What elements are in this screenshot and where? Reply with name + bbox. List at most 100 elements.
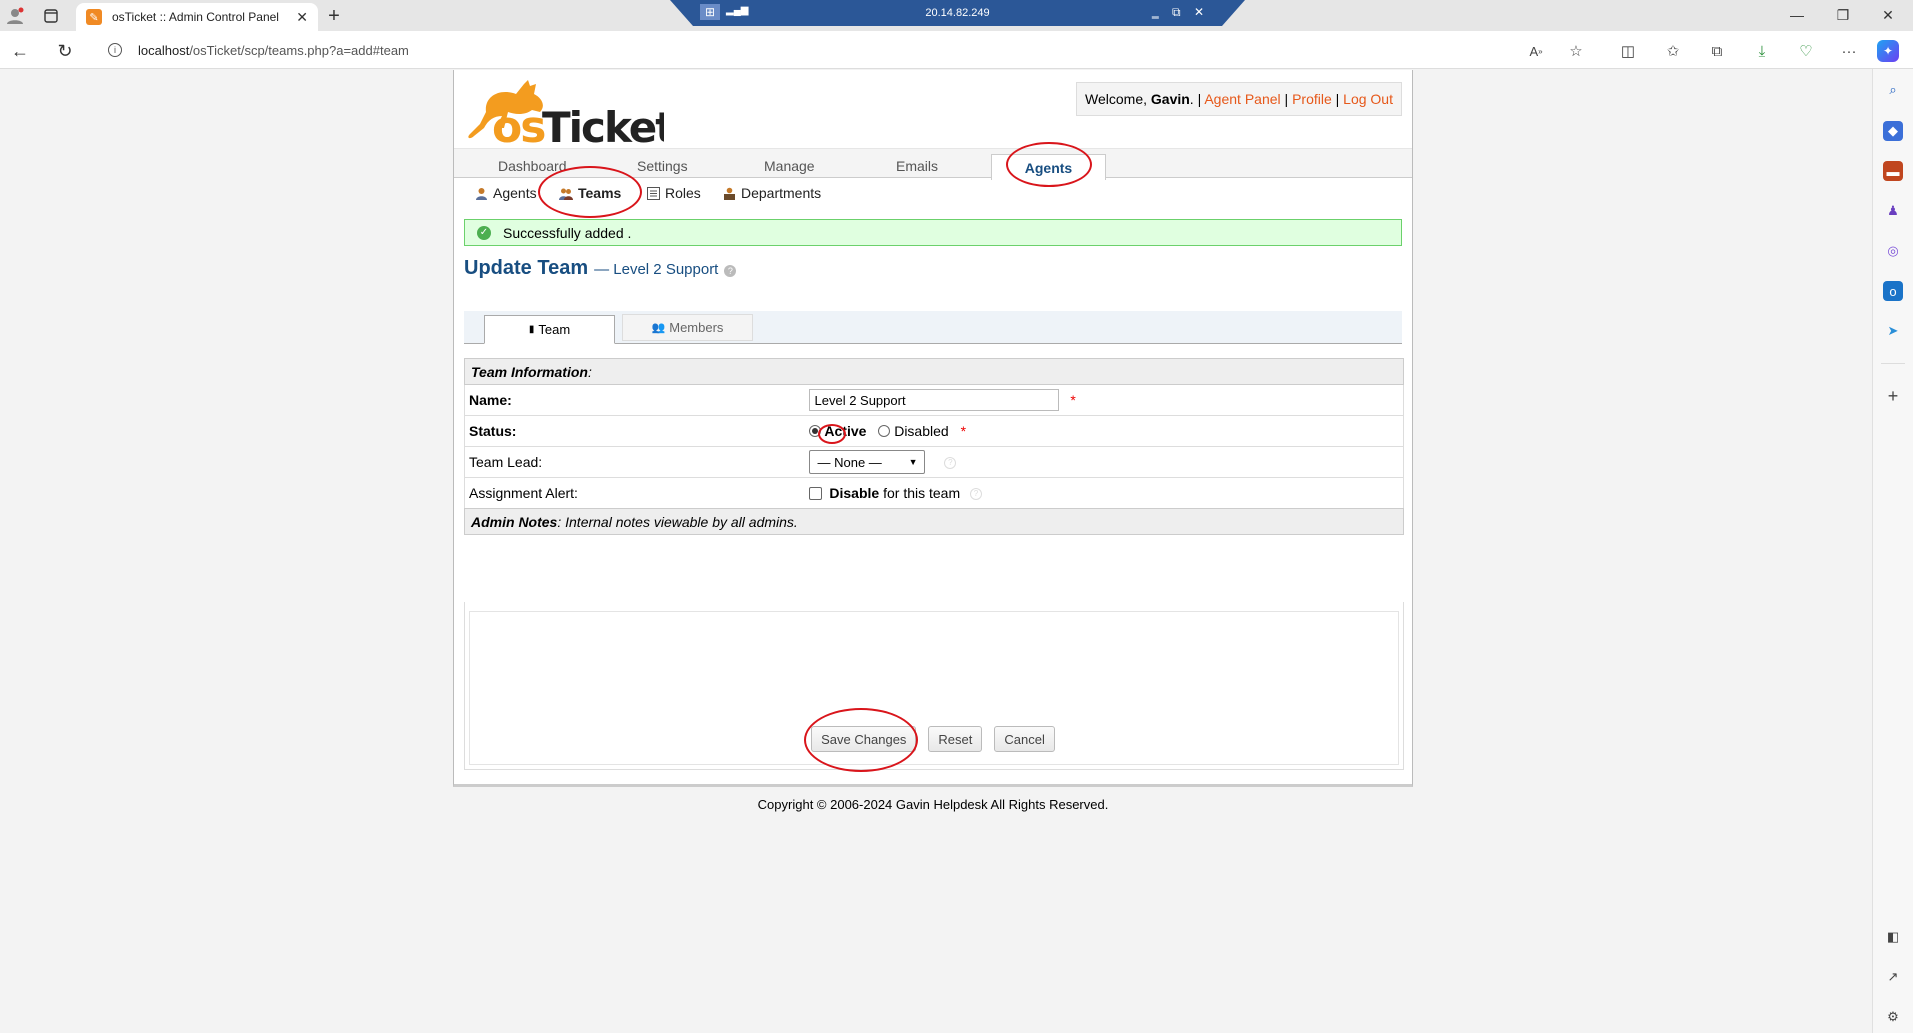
site-info-icon[interactable]: i [108, 43, 122, 57]
team-icon [559, 186, 573, 200]
document-icon: ▮ [528, 324, 535, 335]
agent-panel-link[interactable]: Agent Panel [1204, 91, 1280, 107]
status-disabled-label: Disabled [894, 423, 949, 439]
name-input[interactable] [808, 389, 1059, 411]
disable-alert-checkbox[interactable] [808, 487, 822, 500]
favorite-star-icon[interactable]: ☆ [1565, 40, 1587, 62]
department-icon [722, 186, 736, 200]
split-screen-icon[interactable]: ◫ [1617, 40, 1639, 62]
osticket-logo[interactable]: os Ticket [464, 76, 677, 153]
subnav-agents-label: Agents [493, 185, 537, 201]
downloads-icon[interactable]: ⤓ [1751, 40, 1773, 62]
subnav-teams-label: Teams [578, 185, 622, 201]
status-row: Status: Active Disabled * [464, 415, 1404, 447]
sidebar-settings-icon[interactable]: ⚙ [1883, 1007, 1903, 1027]
subnav-departments-label: Departments [741, 185, 822, 201]
tab-members-label: Members [669, 320, 724, 335]
refresh-icon[interactable]: ↻ [53, 39, 77, 63]
log-out-link[interactable]: Log Out [1343, 91, 1393, 107]
success-text: Successfully added . [503, 224, 632, 241]
required-asterisk: * [960, 423, 967, 439]
tab-title: osTicket :: Admin Control Panel [112, 10, 279, 24]
microsoft365-icon[interactable]: ◎ [1883, 241, 1903, 261]
rdp-restore-icon[interactable]: ⧉ [1172, 5, 1181, 20]
tab-actions-icon[interactable] [40, 5, 62, 27]
profile-icon[interactable] [4, 5, 26, 27]
tools-icon[interactable]: ▬ [1883, 161, 1903, 181]
nav-tab-manage[interactable]: Manage [764, 158, 815, 174]
nav-tab-dashboard[interactable]: Dashboard [498, 158, 567, 174]
tab-team[interactable]: ▮ Team [484, 315, 615, 344]
form-tabs: ▮ Team 👥 Members [464, 311, 1402, 344]
browser-essentials-icon[interactable]: ♡ [1795, 40, 1817, 62]
admin-notes-header: Admin Notes: Internal notes viewable by … [464, 508, 1404, 535]
status-active-radio[interactable] [808, 425, 821, 437]
open-external-icon[interactable]: ↗ [1883, 967, 1903, 987]
nav-tab-settings[interactable]: Settings [637, 158, 688, 174]
footer-copyright: Copyright © 2006-2024 Gavin Helpdesk All… [757, 797, 1109, 812]
help-icon[interactable]: ? [944, 456, 957, 469]
help-icon[interactable]: ? [724, 265, 737, 277]
team-lead-select[interactable]: — None — ▼ [808, 450, 925, 474]
status-disabled-radio[interactable] [878, 425, 891, 437]
subnav-item-teams[interactable]: Teams [559, 185, 621, 201]
agent-icon [474, 186, 488, 200]
collections-icon[interactable]: ⧉ [1706, 40, 1728, 62]
drop-icon[interactable]: ➤ [1883, 321, 1903, 341]
cancel-button[interactable]: Cancel [994, 726, 1055, 752]
close-window-icon[interactable]: ✕ [1873, 4, 1903, 26]
outlook-icon[interactable]: o [1883, 281, 1903, 301]
subnav-item-agents[interactable]: Agents [474, 185, 537, 201]
browser-address-bar: ← ↻ i localhost/osTicket/scp/teams.php?a… [0, 31, 1913, 69]
subnav-roles-label: Roles [665, 185, 701, 201]
required-asterisk: * [1070, 391, 1076, 408]
chevron-down-icon: ▼ [908, 457, 918, 467]
shopping-icon[interactable]: ◆ [1883, 121, 1903, 141]
url-field[interactable]: i localhost/osTicket/scp/teams.php?a=add… [92, 36, 1622, 64]
nav-tab-agents[interactable]: Agents [991, 154, 1106, 180]
favorites-icon[interactable]: ✩ [1662, 40, 1684, 62]
search-icon[interactable]: ⌕ [1883, 80, 1903, 100]
user-name: Gavin [1150, 91, 1190, 107]
page-subtitle: — Level 2 Support [594, 261, 719, 278]
more-menu-icon[interactable]: ··· [1838, 40, 1860, 62]
browser-tab-bar: ✎ osTicket :: Admin Control Panel ✕ + ⊞ … [0, 0, 1913, 31]
restore-icon[interactable]: ❐ [1828, 4, 1858, 26]
name-label: Name: [469, 392, 512, 408]
nav-tab-emails[interactable]: Emails [896, 158, 938, 174]
roles-icon [646, 186, 660, 200]
minimize-icon[interactable]: — [1782, 4, 1812, 26]
help-icon[interactable]: ? [970, 488, 983, 501]
success-message: ✓ Successfully added . [464, 219, 1402, 246]
tab-team-label: Team [538, 322, 571, 337]
name-row: Name: * [464, 384, 1404, 416]
osticket-page: os Ticket Welcome, Gavin. | Agent Panel … [453, 70, 1413, 787]
reset-button[interactable]: Reset [928, 726, 983, 752]
copilot-icon[interactable]: ✦ [1877, 40, 1899, 62]
team-lead-row: Team Lead: — None — ▼ ? [464, 446, 1404, 478]
check-circle-icon: ✓ [477, 225, 491, 240]
back-icon[interactable]: ← [8, 39, 32, 63]
subnav-item-departments[interactable]: Departments [722, 185, 821, 201]
browser-tab-active[interactable]: ✎ osTicket :: Admin Control Panel ✕ [76, 3, 318, 31]
sub-nav: Agents Teams Roles Departments [454, 178, 1412, 206]
rdp-close-icon[interactable]: ✕ [1194, 5, 1204, 19]
save-changes-button[interactable]: Save Changes [811, 726, 917, 752]
status-active-label: Active [824, 423, 867, 439]
read-aloud-icon[interactable]: A» [1525, 40, 1547, 62]
tab-members[interactable]: 👥 Members [622, 314, 753, 341]
page-title: Update Team [464, 257, 589, 279]
team-form-table: Team Information: Name: * Status: Active… [464, 358, 1404, 535]
games-icon[interactable]: ♟ [1883, 201, 1903, 221]
new-tab-icon[interactable]: + [322, 4, 346, 28]
team-information-header: Team Information: [464, 358, 1404, 385]
profile-link[interactable]: Profile [1292, 91, 1332, 107]
svg-text:Ticket: Ticket [542, 103, 664, 150]
rdp-minimize-icon[interactable]: ‗ [1152, 5, 1159, 19]
add-sidebar-app-icon[interactable]: + [1883, 386, 1903, 406]
disable-rest-label: for this team [879, 485, 961, 501]
main-nav: Dashboard Settings Manage Emails Agents [454, 148, 1412, 180]
hide-sidebar-icon[interactable]: ◧ [1883, 927, 1903, 947]
subnav-item-roles[interactable]: Roles [646, 185, 701, 201]
tab-close-icon[interactable]: ✕ [296, 9, 308, 26]
